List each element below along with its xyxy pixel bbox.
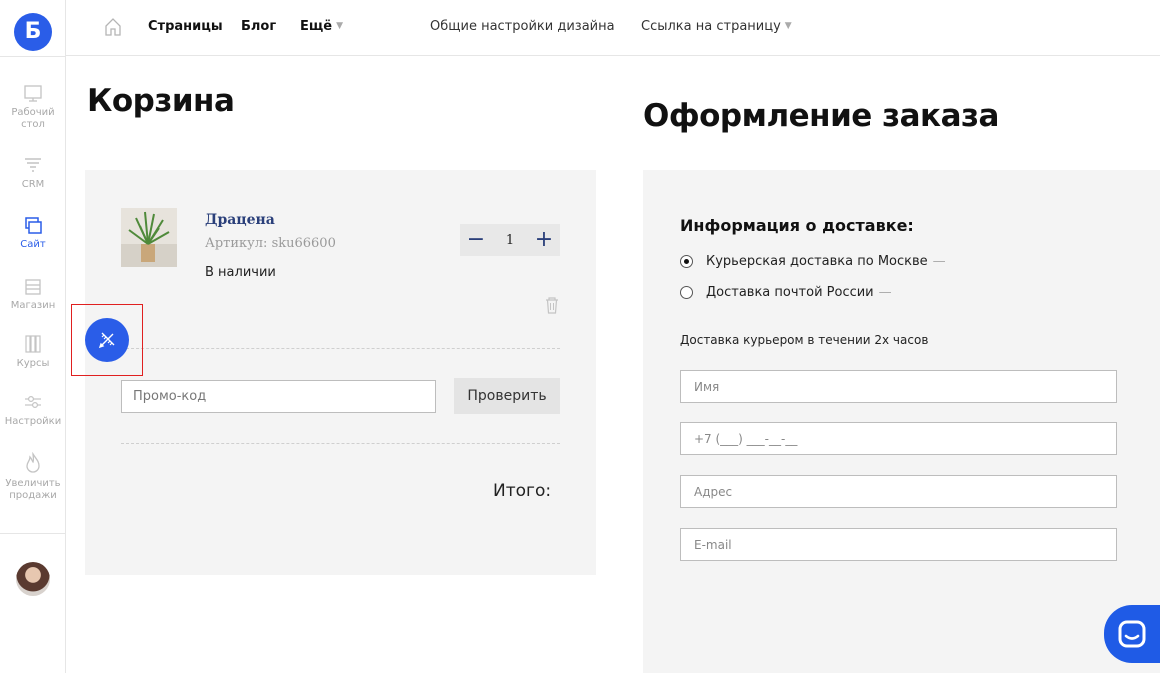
delivery-option-label: Курьерская доставка по Москве xyxy=(706,254,928,269)
delivery-note: Доставка курьером в течении 2х часов xyxy=(680,333,929,347)
page-link-label: Ссылка на страницу xyxy=(641,19,781,34)
increase-button[interactable]: + xyxy=(534,228,554,252)
books-icon xyxy=(25,335,41,353)
sidebar-item-courses[interactable]: Курсы xyxy=(0,334,66,370)
divider xyxy=(0,533,66,534)
page-link-dropdown[interactable]: Ссылка на страницу ▼ xyxy=(641,19,792,34)
home-icon[interactable] xyxy=(104,17,122,37)
chat-widget-button[interactable] xyxy=(1104,605,1160,663)
nav-pages[interactable]: Страницы xyxy=(148,19,223,34)
sidebar-item-label: Рабочий стол xyxy=(11,107,55,130)
site-icon xyxy=(25,217,42,234)
pencil-ruler-icon xyxy=(98,332,115,349)
sidebar-item-label: Курсы xyxy=(16,358,50,369)
delivery-info-title: Информация о доставке: xyxy=(680,216,914,235)
sidebar-item-label: CRM xyxy=(21,179,45,190)
product-stock-status: В наличии xyxy=(205,265,276,280)
divider xyxy=(121,443,560,444)
funnel-icon xyxy=(25,158,41,172)
email-field[interactable] xyxy=(680,528,1117,561)
address-field[interactable] xyxy=(680,475,1117,508)
sidebar: Б Рабочий стол CRM Сайт Магазин Курсы На… xyxy=(0,0,66,673)
delivery-option-courier[interactable]: Курьерская доставка по Москве — xyxy=(680,254,946,269)
chat-icon xyxy=(1118,620,1146,648)
trash-icon[interactable] xyxy=(544,295,560,315)
check-promo-button[interactable]: Проверить xyxy=(454,378,560,414)
divider xyxy=(0,56,66,57)
cart-title: Корзина xyxy=(87,83,235,119)
sliders-icon xyxy=(25,395,41,409)
sidebar-item-label: Настройки xyxy=(4,416,62,427)
brand-logo[interactable]: Б xyxy=(14,13,52,51)
sidebar-item-store[interactable]: Магазин xyxy=(0,278,66,312)
sidebar-item-site[interactable]: Сайт xyxy=(0,217,66,251)
store-icon xyxy=(25,279,41,295)
radio-button[interactable] xyxy=(680,255,693,268)
edit-block-button[interactable] xyxy=(85,318,129,362)
top-bar: Страницы Блог Ещё ▼ Общие настройки дизай… xyxy=(66,0,1160,56)
chevron-down-icon: ▼ xyxy=(784,21,792,31)
quantity-value: 1 xyxy=(505,232,515,248)
sidebar-item-settings[interactable]: Настройки xyxy=(0,392,66,428)
design-settings-link[interactable]: Общие настройки дизайна xyxy=(430,19,615,34)
product-image[interactable] xyxy=(121,208,177,267)
divider xyxy=(121,348,560,349)
delivery-option-label: Доставка почтой России xyxy=(706,285,874,300)
sidebar-item-desktop[interactable]: Рабочий стол xyxy=(0,85,66,131)
delivery-option-post[interactable]: Доставка почтой России — xyxy=(680,285,892,300)
price-dash: — xyxy=(932,254,946,269)
sidebar-item-label: Увеличить продажи xyxy=(5,478,61,501)
quantity-stepper: − 1 + xyxy=(460,224,560,256)
phone-field[interactable] xyxy=(680,422,1117,455)
total-label: Итого: xyxy=(493,481,552,501)
radio-button[interactable] xyxy=(680,286,693,299)
avatar[interactable] xyxy=(16,562,50,596)
product-name[interactable]: Драцена xyxy=(205,212,275,228)
monitor-icon xyxy=(24,85,42,102)
decrease-button[interactable]: − xyxy=(466,228,486,252)
sidebar-item-label: Сайт xyxy=(20,239,46,250)
cart-panel: Драцена Артикул: sku66600 В наличии − 1 … xyxy=(85,170,596,575)
sidebar-item-label: Магазин xyxy=(10,300,56,311)
promo-code-input[interactable] xyxy=(121,380,436,413)
price-dash: — xyxy=(878,285,892,300)
product-sku: Артикул: sku66600 xyxy=(205,236,336,251)
nav-blog[interactable]: Блог xyxy=(241,19,276,34)
flame-icon xyxy=(26,452,40,473)
nav-more-label: Ещё xyxy=(300,19,333,34)
name-field[interactable] xyxy=(680,370,1117,403)
sidebar-item-boost-sales[interactable]: Увеличить продажи xyxy=(0,452,66,502)
order-title: Оформление заказа xyxy=(643,98,999,134)
chevron-down-icon: ▼ xyxy=(336,21,343,31)
order-panel: Информация о доставке: Курьерская достав… xyxy=(643,170,1160,673)
nav-more[interactable]: Ещё ▼ xyxy=(300,19,343,34)
sidebar-item-crm[interactable]: CRM xyxy=(0,157,66,191)
